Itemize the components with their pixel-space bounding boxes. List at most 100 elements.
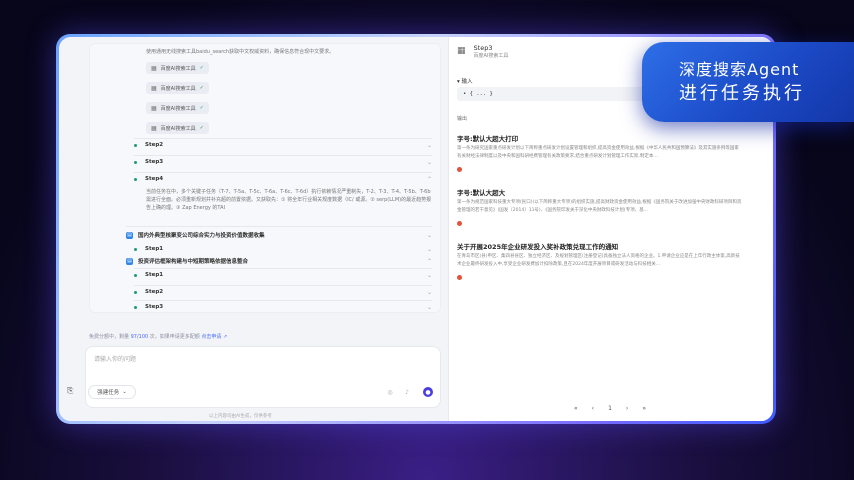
chevron-down-icon[interactable]: ⌄ <box>427 246 432 253</box>
divider <box>126 226 432 227</box>
step-dot-icon <box>134 247 137 251</box>
badge-line-2: 进行任务执行 <box>679 83 805 104</box>
step-label: Step3 <box>145 304 164 310</box>
tool-chip-label: 百度AI搜索工具 <box>160 65 196 72</box>
chevron-down-icon[interactable]: ⌄ <box>427 304 432 311</box>
step-row[interactable]: Step1 ⌄ <box>134 270 432 280</box>
quota-value: 97/100 <box>130 334 149 340</box>
input-label-text: 输入 <box>461 79 473 85</box>
first-page-button[interactable]: « <box>574 405 578 412</box>
tool-call-chip[interactable]: ▦ 百度AI搜索工具 ✓ <box>146 62 209 74</box>
divider <box>134 268 432 269</box>
step-dot-icon <box>134 177 137 181</box>
result-title[interactable]: 关于开展2025年企业研发投入奖补政策兑现工作的通知 <box>457 241 618 251</box>
input-section-label[interactable]: ▾ 输入 <box>457 77 473 85</box>
tool-call-chip[interactable]: ▦ 百度AI搜索工具 ✓ <box>146 82 209 94</box>
task-icon: ▤ <box>126 231 133 239</box>
tool-call-chip[interactable]: ▦ 百度AI搜索工具 ✓ <box>146 102 209 114</box>
new-chat-icon[interactable]: ⎘ <box>67 386 73 396</box>
step-dot-icon <box>134 305 137 309</box>
check-icon: ✓ <box>199 65 204 71</box>
divider <box>134 285 432 286</box>
question-input[interactable]: 请输入你的问题 <box>85 346 441 408</box>
disclaimer: 以上内容均由AI生成，仅供参考 <box>209 414 272 419</box>
task-plan-card: 使用通用无线搜索工具baidu_search获取中文权威资料，确保信息符合现中文… <box>89 43 441 313</box>
page-number[interactable]: 1 <box>608 405 612 412</box>
feature-badge: 深度搜索Agent 进行任务执行 <box>642 42 854 122</box>
step-row[interactable]: Step2 ⌄ <box>134 140 432 150</box>
search-tool-icon: ▦ <box>151 104 157 112</box>
chevron-down-icon[interactable]: ⌄ <box>427 142 432 149</box>
step-dot-icon <box>134 160 137 164</box>
step-row[interactable]: Step1 ⌄ <box>134 244 432 254</box>
quota-mid: 次，如果申请更多配额 <box>149 334 200 340</box>
last-page-button[interactable]: » <box>642 405 646 412</box>
step-label: Step1 <box>145 272 164 278</box>
quota-notice: 免费分额中，剩量 97/100 次，如果申请更多配额 点击申请 ↗ <box>89 333 227 340</box>
chevron-up-icon[interactable]: ⌃ <box>427 258 432 265</box>
chevron-down-icon[interactable]: ⌄ <box>427 272 432 279</box>
task-label: 国内外典型核聚变公司综合实力与投资价值数据收集 <box>138 233 265 239</box>
mic-icon[interactable]: ♪ <box>402 387 412 397</box>
source-favicon-icon <box>457 275 462 280</box>
output-section-label: 输出 <box>457 116 468 122</box>
attach-icon[interactable]: ◎ <box>385 387 395 397</box>
quota-prefix: 免费分额中，剩量 <box>89 334 130 340</box>
step-row[interactable]: Step3 ⌄ <box>134 157 432 167</box>
task-row[interactable]: ▤ 投资评估框架构建与中短期策略依据信息整合 ⌃ <box>126 256 432 266</box>
step-row[interactable]: Step2 ⌄ <box>134 287 432 297</box>
chevron-up-icon[interactable]: ⌃ <box>427 176 432 183</box>
tool-chip-label: 百度AI搜索工具 <box>160 125 196 132</box>
step-dot-icon <box>134 273 137 277</box>
step-label: Step2 <box>145 142 164 148</box>
divider <box>134 138 432 139</box>
prev-page-button[interactable]: ‹ <box>592 405 594 412</box>
panel-grid-icon[interactable]: ▦ <box>457 46 466 56</box>
result-snippet: 第一条为规范国家科技重大专项(民口)(以下简称重大专项)的组织实施,提高财政资金… <box>457 200 742 213</box>
next-page-button[interactable]: › <box>626 405 628 412</box>
step-label: Step2 <box>145 289 164 295</box>
chevron-down-icon[interactable]: ⌄ <box>427 159 432 166</box>
chat-panel: 使用通用无线搜索工具baidu_search获取中文权威资料，确保信息符合现中文… <box>59 37 448 421</box>
check-icon: ✓ <box>199 125 204 131</box>
task-row[interactable]: ▤ 国内外典型核聚变公司综合实力与投资价值数据收集 ⌄ <box>126 230 432 240</box>
source-favicon-icon <box>457 221 462 226</box>
mode-label: 强建任务 <box>97 390 120 396</box>
input-placeholder: 请输入你的问题 <box>94 356 137 363</box>
step-row[interactable]: Step3 ⌄ <box>134 302 432 312</box>
check-icon: ✓ <box>199 85 204 91</box>
source-favicon-icon <box>457 167 462 172</box>
task-label: 投资评估框架构建与中短期策略依据信息整合 <box>138 259 249 265</box>
step-subtitle: 百度AI搜索工具 <box>473 52 509 59</box>
badge-line-1: 深度搜索Agent <box>679 60 800 79</box>
search-tool-icon: ▦ <box>151 64 157 72</box>
divider <box>134 172 432 173</box>
result-title[interactable]: 字号:默认大超大 <box>457 187 505 197</box>
search-tool-icon: ▦ <box>151 84 157 92</box>
search-tool-icon: ▦ <box>151 124 157 132</box>
chevron-down-icon: ⌄ <box>122 389 127 395</box>
pagination: « ‹ 1 › » <box>574 405 646 412</box>
result-snippet: 第一条为研究国家重点研发计划以下简称重点研发计划设置管理和组织,提高资金使用效益… <box>457 146 739 159</box>
tool-chip-label: 百度AI搜索工具 <box>160 105 196 112</box>
step-label: Step4 <box>145 176 164 182</box>
tool-call-chip[interactable]: ▦ 百度AI搜索工具 ✓ <box>146 122 209 134</box>
step-title: Step3 <box>473 43 493 52</box>
divider <box>134 155 432 156</box>
apply-quota-link[interactable]: 点击申请 ↗ <box>201 334 227 340</box>
step-label: Step3 <box>145 159 164 165</box>
tool-chip-label: 百度AI搜索工具 <box>160 85 196 92</box>
divider <box>134 300 432 301</box>
task-mode-button[interactable]: 强建任务 ⌄ <box>88 385 136 399</box>
result-snippet: 在青岛市区(县)申区、集四县县区、独立经济区、及规划管理区(注册登记)具备独立法… <box>457 254 740 267</box>
result-title[interactable]: 字号:默认大超大打印 <box>457 133 518 143</box>
step-dot-icon <box>134 143 137 147</box>
step-row[interactable]: Step4 ⌃ <box>134 174 432 184</box>
task-icon: ▤ <box>126 257 133 265</box>
send-button[interactable]: ● <box>423 387 433 397</box>
check-icon: ✓ <box>199 105 204 111</box>
chevron-down-icon[interactable]: ⌄ <box>427 289 432 296</box>
step-label: Step1 <box>145 246 164 252</box>
chevron-down-icon[interactable]: ⌄ <box>427 232 432 239</box>
step-dot-icon <box>134 290 137 294</box>
